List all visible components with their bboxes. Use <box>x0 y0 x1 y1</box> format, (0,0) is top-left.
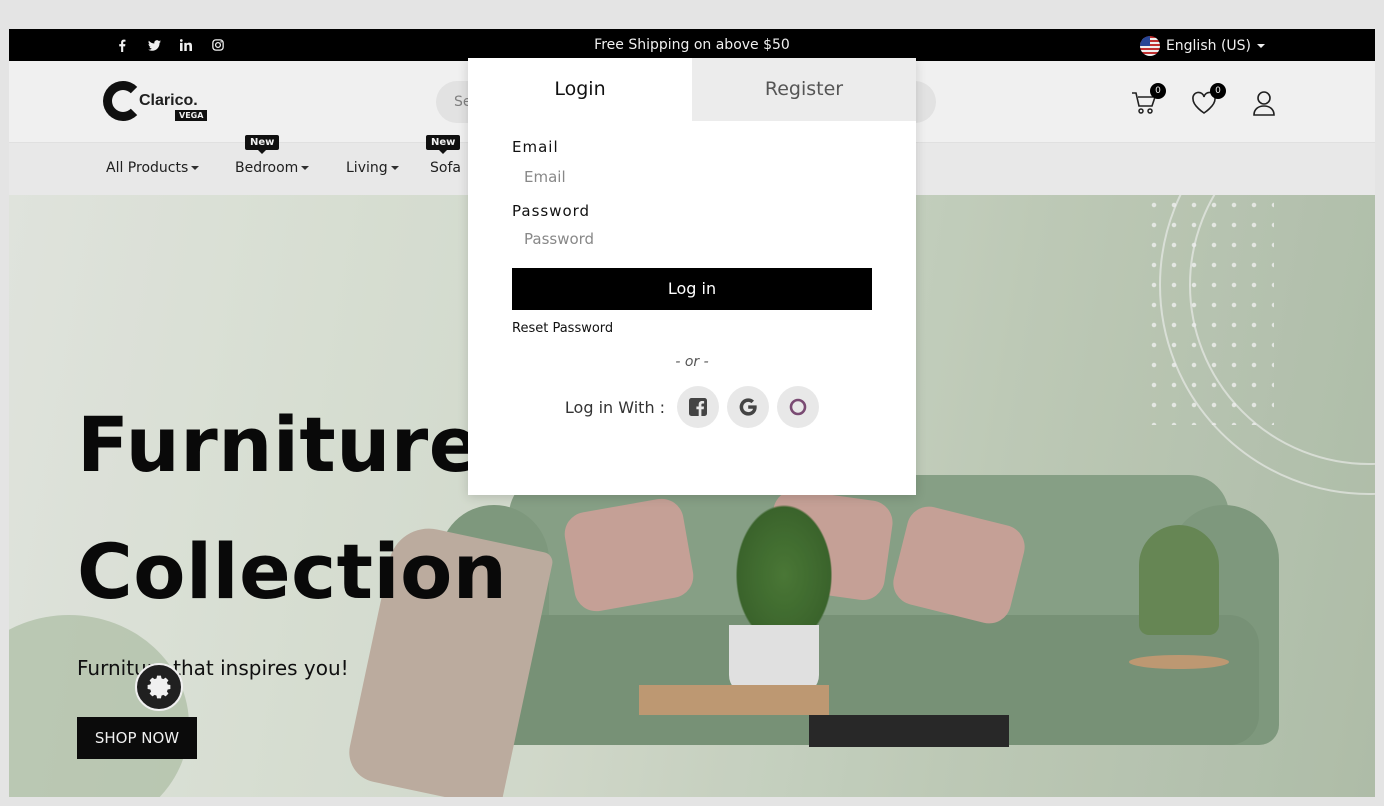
google-login-button[interactable] <box>727 386 770 428</box>
modal-tabs: Login Register <box>468 58 916 121</box>
email-label: Email <box>512 138 559 156</box>
ring-icon <box>789 398 807 416</box>
login-with-label: Log in With : <box>564 397 666 417</box>
password-label: Password <box>512 202 591 220</box>
tab-register[interactable]: Register <box>692 58 916 121</box>
oauth-login-button[interactable] <box>777 386 820 428</box>
facebook-square-icon <box>689 398 708 416</box>
facebook-login-button[interactable] <box>677 386 720 428</box>
login-form: Email Email Password Password Log in Res… <box>512 121 872 428</box>
login-button[interactable]: Log in <box>512 268 872 310</box>
or-divider: - or - <box>675 354 709 370</box>
social-login: Log in With : <box>512 386 872 428</box>
login-modal: Login Register Email Email Password Pass… <box>468 58 916 495</box>
reset-password-link[interactable]: Reset Password <box>512 321 872 336</box>
browser-viewport: Free Shipping on above $50 English (US) … <box>9 29 1375 797</box>
google-icon <box>739 398 757 416</box>
tab-login[interactable]: Login <box>468 58 692 121</box>
password-field[interactable]: Password <box>512 222 872 256</box>
email-field[interactable]: Email <box>512 160 872 194</box>
